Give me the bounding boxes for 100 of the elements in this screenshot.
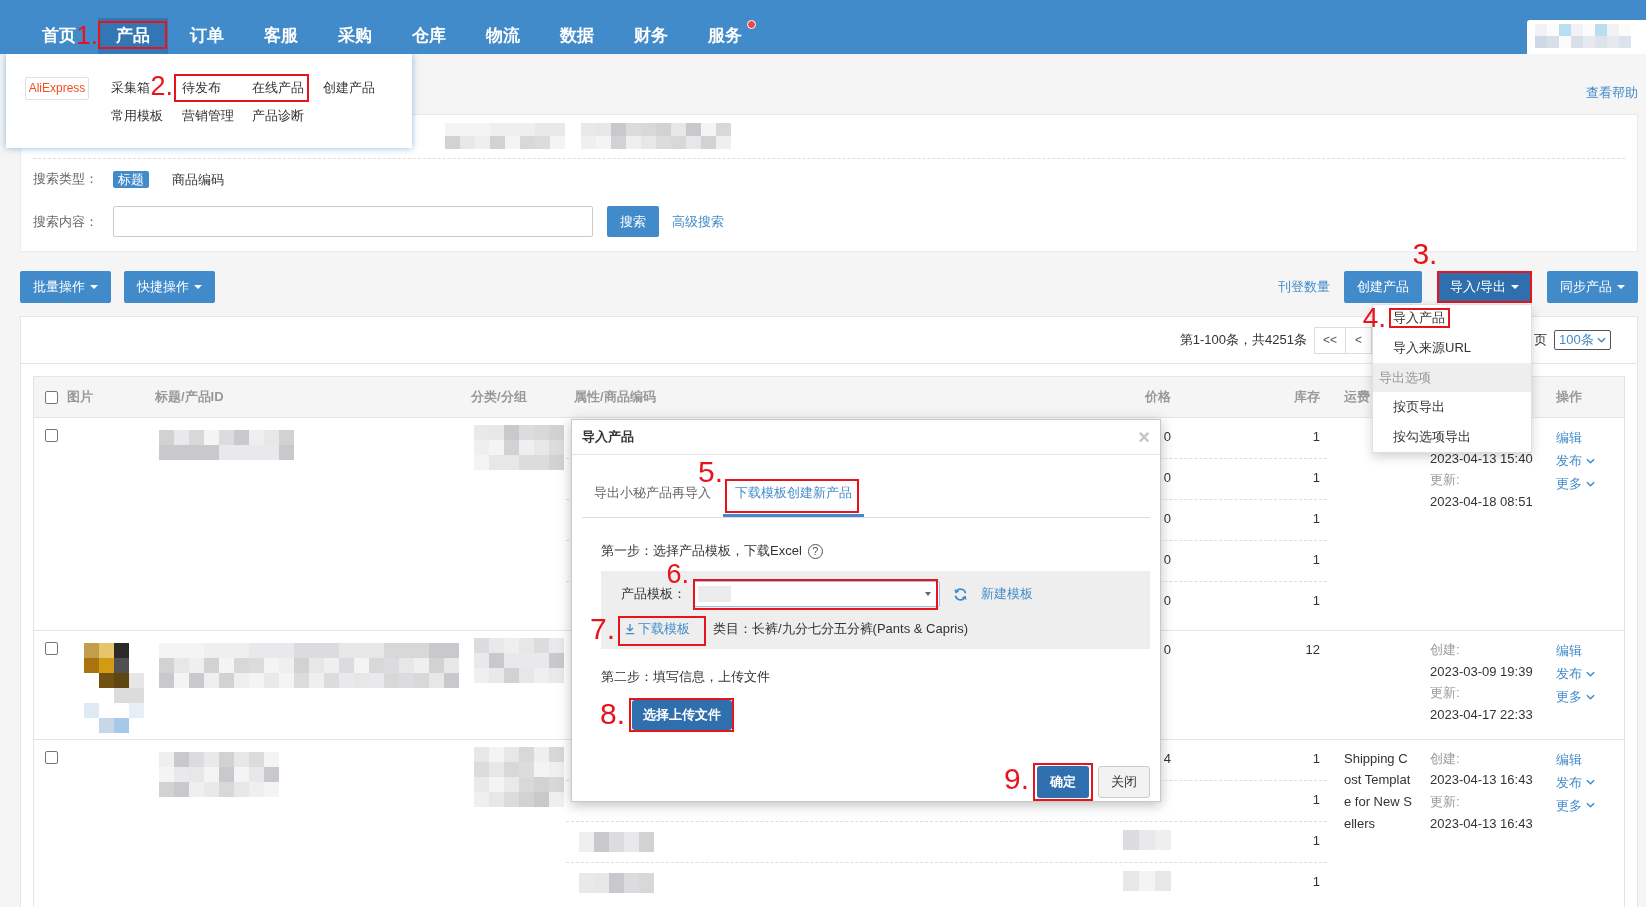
- date-text: 2023-03-09 19:39: [1430, 663, 1533, 679]
- advanced-search-link[interactable]: 高级搜索: [672, 212, 724, 231]
- step-number: 7.: [589, 617, 615, 641]
- menu-section-header: 导出选项: [1373, 363, 1531, 392]
- dialog-button[interactable]: 关闭: [1098, 766, 1150, 798]
- listing-count-link[interactable]: 刊登数量: [1278, 278, 1331, 296]
- search-type-option[interactable]: 商品编码: [167, 170, 229, 188]
- chevron-down-icon: [1597, 337, 1606, 343]
- stock-text: 1: [1312, 749, 1320, 768]
- toolbar-button[interactable]: 创建产品: [1344, 271, 1423, 303]
- stock-text: 12: [1305, 641, 1320, 659]
- download-template-link[interactable]: 下载模板: [625, 619, 690, 638]
- column-header: 标题/产品ID: [155, 388, 224, 406]
- new-template-link[interactable]: 新建模板: [981, 585, 1033, 603]
- menu-link[interactable]: 采集箱: [111, 74, 150, 102]
- action-link[interactable]: 编辑: [1556, 426, 1582, 449]
- menu-item[interactable]: 导入产品: [1393, 310, 1445, 326]
- column-header: 操作: [1556, 388, 1582, 406]
- page-button[interactable]: <: [1346, 326, 1372, 354]
- price-text: 0: [1163, 428, 1171, 446]
- page-size-label: 页: [1534, 331, 1547, 349]
- column-header: 运费: [1344, 388, 1370, 406]
- dialog-tab[interactable]: 导出小秘产品再导入: [594, 484, 711, 502]
- menu-link[interactable]: 待发布: [181, 74, 221, 102]
- menu-item[interactable]: 导入来源URL: [1393, 333, 1471, 363]
- search-button[interactable]: 搜索: [607, 206, 659, 237]
- column-header: 价格: [1145, 388, 1171, 406]
- stock-text: 1: [1312, 831, 1320, 850]
- action-link[interactable]: 发布: [1556, 662, 1595, 685]
- step-number: 2.: [150, 76, 173, 98]
- action-link[interactable]: 编辑: [1556, 747, 1582, 771]
- nav-tab[interactable]: 服务: [708, 18, 742, 54]
- checkbox[interactable]: [45, 750, 58, 764]
- date-label: 更新:: [1430, 685, 1460, 701]
- upload-button[interactable]: 选择上传文件: [632, 700, 732, 730]
- nav-tab[interactable]: 财务: [634, 18, 668, 54]
- price-text: 4: [1163, 749, 1171, 768]
- menu-link[interactable]: 营销管理: [181, 102, 234, 130]
- price-text: 0: [1163, 551, 1171, 569]
- nav-tab[interactable]: 物流: [486, 18, 520, 54]
- nav-tab[interactable]: 订单: [190, 18, 224, 54]
- nav-tab[interactable]: 客服: [264, 18, 298, 54]
- date-text: 2023-04-17 22:33: [1430, 707, 1533, 723]
- checkbox[interactable]: [45, 390, 58, 404]
- nav-tab[interactable]: 首页: [42, 18, 76, 54]
- menu-link[interactable]: 创建产品: [322, 74, 375, 102]
- action-link[interactable]: 更多: [1556, 685, 1595, 708]
- menu-link[interactable]: 在线产品: [252, 74, 304, 102]
- nav-tab[interactable]: 采购: [338, 18, 372, 54]
- help-link[interactable]: 查看帮助: [1586, 84, 1638, 114]
- stock-text: 1: [1312, 551, 1320, 569]
- dialog-tab[interactable]: 下载模板创建新产品: [723, 471, 864, 517]
- action-link[interactable]: 更多: [1556, 472, 1595, 495]
- menu-item[interactable]: 按勾选项导出: [1393, 422, 1471, 452]
- column-header: 库存: [1294, 388, 1320, 406]
- date-label: 创建:: [1430, 642, 1460, 657]
- price-text: 0: [1163, 510, 1171, 528]
- search-input[interactable]: [113, 206, 593, 237]
- stock-text: 1: [1312, 872, 1320, 891]
- column-header: 属性/商品编码: [574, 388, 656, 406]
- checkbox[interactable]: [45, 642, 58, 655]
- menu-link[interactable]: 常用模板: [111, 102, 163, 130]
- menu-item[interactable]: 按页导出: [1393, 392, 1445, 422]
- date-label: 更新:: [1430, 794, 1460, 810]
- stock-text: 1: [1312, 510, 1320, 528]
- toolbar-button[interactable]: 快捷操作: [124, 271, 215, 303]
- page-summary: 第1-100条，共4251条: [1179, 331, 1307, 349]
- stock-text: 1: [1312, 790, 1320, 809]
- column-header: 分类/分组: [471, 388, 527, 406]
- checkbox[interactable]: [45, 429, 58, 442]
- date-label: 创建:: [1430, 750, 1460, 766]
- annotation-frame: [1389, 308, 1450, 328]
- nav-tab[interactable]: 数据: [560, 18, 594, 54]
- refresh-icon: [953, 586, 968, 602]
- search-type-option[interactable]: 标题: [113, 170, 149, 188]
- toolbar-button[interactable]: 同步产品: [1547, 271, 1638, 303]
- action-link[interactable]: 编辑: [1556, 639, 1582, 662]
- action-link[interactable]: 发布: [1556, 449, 1595, 472]
- step-number: 5.: [697, 460, 723, 484]
- nav-tab[interactable]: 仓库: [412, 18, 446, 54]
- shipping-template-text: Shipping Cost Template for New Sellers: [1344, 749, 1413, 833]
- page-button[interactable]: <<: [1314, 326, 1346, 354]
- date-text: 2023-04-13 15:40: [1430, 450, 1533, 466]
- step-number: 8.: [599, 702, 625, 726]
- price-text: 0: [1163, 469, 1171, 487]
- caret-icon: [925, 592, 931, 596]
- instruction-text: 第二步：填写信息，上传文件: [601, 668, 770, 686]
- price-text: 0: [1163, 641, 1171, 659]
- dialog-title: 导入产品: [582, 428, 634, 446]
- page-size-select[interactable]: 100条: [1554, 330, 1611, 350]
- action-link[interactable]: 发布: [1556, 770, 1595, 794]
- field-label: 搜索类型：: [33, 170, 99, 188]
- annotation-frame: [98, 21, 167, 49]
- stock-text: 1: [1312, 428, 1320, 446]
- action-link[interactable]: 更多: [1556, 793, 1595, 817]
- date-text: 2023-04-13 16:43: [1430, 815, 1533, 831]
- dialog-button[interactable]: 确定: [1037, 766, 1089, 798]
- download-icon: [625, 622, 635, 635]
- toolbar-button[interactable]: 批量操作: [20, 271, 111, 303]
- menu-link[interactable]: 产品诊断: [252, 102, 304, 130]
